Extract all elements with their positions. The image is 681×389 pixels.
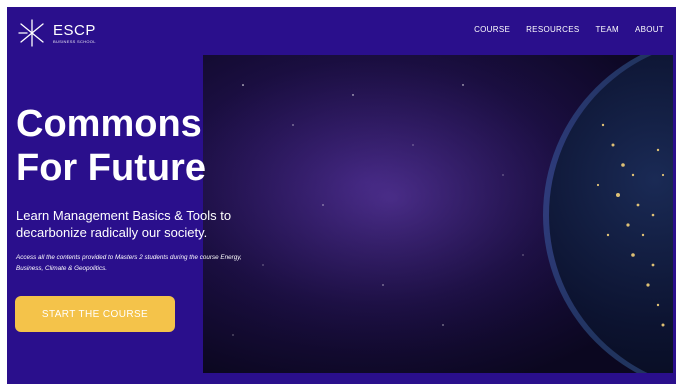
- hero-title-line2: For Future: [16, 147, 206, 189]
- brand-subtitle: BUSINESS SCHOOL: [53, 38, 96, 44]
- site-header: ESCP BUSINESS SCHOOL COURSE RESOURCES TE…: [7, 7, 676, 57]
- hero-title: Commons For Future: [16, 102, 236, 190]
- escp-logo[interactable]: ESCP BUSINESS SCHOOL: [17, 15, 117, 51]
- hero-title-line1: Commons: [16, 103, 202, 145]
- earth-from-space-image: [203, 55, 673, 373]
- brand-name: ESCP: [53, 21, 96, 39]
- nav-item-course[interactable]: COURSE: [474, 25, 510, 34]
- nav-item-about[interactable]: ABOUT: [635, 25, 664, 34]
- hero-subtitle: Learn Management Basics & Tools to decar…: [16, 208, 232, 240]
- main-nav: COURSE RESOURCES TEAM ABOUT: [474, 25, 664, 34]
- escp-star-icon: [18, 19, 44, 47]
- hero-description: Access all the contents provided to Mast…: [16, 254, 242, 272]
- nav-item-team[interactable]: TEAM: [596, 25, 619, 34]
- start-course-button[interactable]: START THE COURSE: [15, 296, 175, 332]
- landing-page: ESCP BUSINESS SCHOOL COURSE RESOURCES TE…: [7, 7, 676, 384]
- nav-item-resources[interactable]: RESOURCES: [526, 25, 579, 34]
- logo-text: ESCP BUSINESS SCHOOL: [53, 23, 96, 44]
